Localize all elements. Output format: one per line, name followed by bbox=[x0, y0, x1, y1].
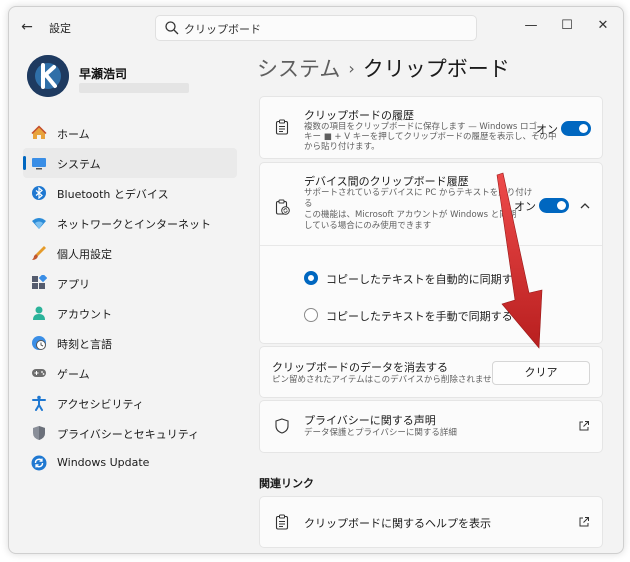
system-icon bbox=[32, 158, 46, 170]
help-link-card[interactable]: クリップボードに関するヘルプを表示 bbox=[259, 496, 603, 548]
clear-button[interactable]: クリア bbox=[492, 361, 590, 385]
external-link-icon bbox=[579, 421, 589, 431]
wifi-icon bbox=[32, 218, 46, 229]
shield-icon bbox=[33, 426, 45, 440]
app-title: 設定 bbox=[49, 22, 71, 35]
sidebar-item-apps[interactable]: アプリ bbox=[23, 268, 237, 298]
sync-desc-line1: サポートされているデバイスに PC からテキストを貼り付け bbox=[304, 188, 533, 198]
sidebar-item-system[interactable]: システム bbox=[23, 148, 237, 178]
clock-globe-icon bbox=[32, 336, 46, 350]
sidebar-item-accounts[interactable]: アカウント bbox=[23, 298, 237, 328]
search-icon bbox=[165, 21, 179, 35]
external-link-icon bbox=[579, 517, 589, 527]
history-toggle-state: オン bbox=[536, 123, 558, 136]
clipboard-icon bbox=[275, 119, 289, 135]
sidebar-item-accessibility[interactable]: アクセシビリティ bbox=[23, 388, 237, 418]
update-icon bbox=[31, 455, 47, 471]
sync-toggle-state: オン bbox=[514, 200, 536, 213]
sidebar-item-label: 時刻と言語 bbox=[57, 338, 112, 351]
sync-desc-line3: この機能は、Microsoft アカウントが Windows と同期 bbox=[304, 210, 517, 220]
sidebar-item-network[interactable]: ネットワークとインターネット bbox=[23, 208, 237, 238]
clipboard-history-card: クリップボードの履歴 複数の項目をクリップボードに保存します — Windows… bbox=[259, 96, 603, 159]
back-button[interactable]: ← bbox=[19, 19, 35, 35]
sync-desc-line2: る bbox=[304, 199, 313, 209]
privacy-desc: データ保護とプライバシーに関する詳細 bbox=[304, 428, 457, 438]
sidebar-item-gaming[interactable]: ゲーム bbox=[23, 358, 237, 388]
home-icon bbox=[31, 125, 47, 139]
avatar[interactable] bbox=[27, 55, 69, 97]
privacy-statement-card[interactable]: プライバシーに関する声明 データ保護とプライバシーに関する詳細 bbox=[259, 400, 603, 453]
breadcrumb: システム › クリップボード bbox=[257, 53, 510, 83]
sidebar-item-personalization[interactable]: 個人用設定 bbox=[23, 238, 237, 268]
page-title: クリップボード bbox=[362, 57, 510, 81]
search-input[interactable]: クリップボード bbox=[184, 21, 261, 37]
sync-title: デバイス間のクリップボード履歴 bbox=[304, 175, 469, 188]
sidebar-item-label: Bluetooth とデバイス bbox=[57, 188, 169, 201]
sync-toggle[interactable] bbox=[539, 198, 569, 213]
apps-icon bbox=[32, 275, 47, 289]
clipboard-icon bbox=[275, 514, 289, 530]
profile-name: 早瀬浩司 bbox=[79, 67, 128, 81]
clipboard-sync-icon bbox=[275, 199, 290, 215]
privacy-title: プライバシーに関する声明 bbox=[304, 414, 436, 427]
breadcrumb-parent[interactable]: システム bbox=[257, 57, 340, 81]
sync-card: デバイス間のクリップボード履歴 サポートされているデバイスに PC からテキスト… bbox=[259, 162, 603, 344]
profile-email-redacted bbox=[79, 83, 189, 93]
brush-icon bbox=[32, 246, 46, 260]
sidebar-item-windows-update[interactable]: Windows Update bbox=[23, 448, 237, 478]
sidebar-item-label: アプリ bbox=[57, 278, 90, 291]
sidebar-nav: ホーム システム Bluetooth とデバイス ネットワークとインターネット … bbox=[23, 118, 237, 478]
radio-sync-manual-label[interactable]: コピーしたテキストを手動で同期する bbox=[326, 308, 513, 324]
history-title: クリップボードの履歴 bbox=[304, 109, 414, 122]
radio-sync-auto[interactable] bbox=[304, 271, 318, 285]
gamepad-icon bbox=[32, 369, 46, 377]
history-toggle[interactable] bbox=[561, 121, 591, 136]
divider bbox=[260, 245, 602, 246]
minimize-button[interactable]: — bbox=[521, 16, 541, 36]
sidebar-item-label: システム bbox=[57, 158, 101, 171]
sidebar-item-home[interactable]: ホーム bbox=[23, 118, 237, 148]
sidebar-item-label: 個人用設定 bbox=[57, 248, 112, 261]
chevron-up-icon[interactable] bbox=[579, 201, 591, 211]
close-button[interactable]: ✕ bbox=[593, 16, 613, 36]
radio-sync-auto-label[interactable]: コピーしたテキストを自動的に同期する bbox=[326, 271, 524, 287]
maximize-button[interactable]: ☐ bbox=[557, 16, 577, 36]
settings-window: ← 設定 クリップボード — ☐ ✕ 早瀬浩司 ホーム システム Bluetoo… bbox=[8, 6, 624, 554]
clear-title: クリップボードのデータを消去する bbox=[272, 361, 448, 374]
related-links-heading: 関連リンク bbox=[259, 477, 314, 490]
sidebar-item-label: ホーム bbox=[57, 128, 90, 141]
sidebar-item-time-language[interactable]: 時刻と言語 bbox=[23, 328, 237, 358]
radio-sync-manual[interactable] bbox=[304, 308, 318, 322]
search-box[interactable]: クリップボード bbox=[155, 15, 477, 41]
sidebar-item-label: アカウント bbox=[57, 308, 112, 321]
shield-outline-icon bbox=[275, 418, 289, 434]
sync-desc-line4: している場合にのみ使用できます bbox=[304, 221, 432, 231]
sidebar-item-label: Windows Update bbox=[57, 456, 150, 469]
sidebar-item-privacy[interactable]: プライバシーとセキュリティ bbox=[23, 418, 237, 448]
sidebar-item-label: ネットワークとインターネット bbox=[57, 218, 211, 231]
clear-data-card: クリップボードのデータを消去する ピン留めされたアイテムはこのデバイスから削除さ… bbox=[259, 346, 603, 398]
help-link-title: クリップボードに関するヘルプを表示 bbox=[304, 517, 491, 530]
history-desc-line3: から貼り付けます。 bbox=[304, 142, 380, 152]
avatar-image bbox=[27, 55, 69, 97]
accessibility-icon bbox=[32, 395, 46, 411]
sidebar-item-label: ゲーム bbox=[57, 368, 90, 381]
clear-desc: ピン留めされたアイテムはこのデバイスから削除されません bbox=[272, 375, 501, 385]
sidebar-item-bluetooth[interactable]: Bluetooth とデバイス bbox=[23, 178, 237, 208]
sidebar-item-label: プライバシーとセキュリティ bbox=[57, 428, 200, 441]
sidebar-item-label: アクセシビリティ bbox=[57, 398, 144, 411]
title-bar: ← 設定 クリップボード — ☐ ✕ bbox=[9, 7, 623, 45]
breadcrumb-separator: › bbox=[348, 59, 355, 78]
bluetooth-icon bbox=[32, 186, 46, 200]
account-icon bbox=[33, 306, 45, 320]
